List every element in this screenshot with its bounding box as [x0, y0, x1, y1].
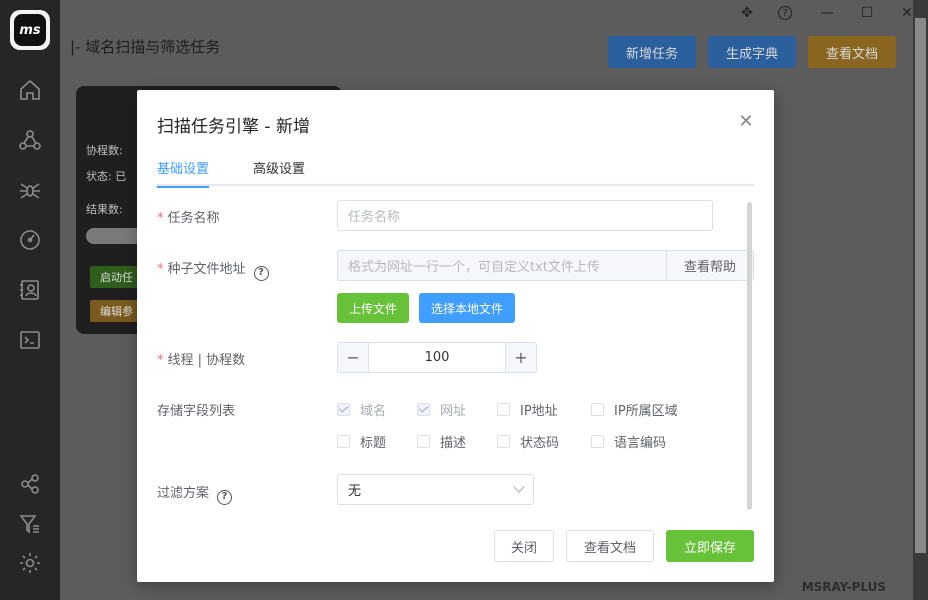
checkbox-box[interactable]: [337, 435, 350, 448]
terminal-icon[interactable]: [16, 326, 44, 354]
dialog-scrollbar[interactable]: [747, 202, 752, 510]
checkbox-box[interactable]: [591, 403, 604, 416]
dialog-close-icon[interactable]: ✕: [738, 113, 754, 131]
checkbox-box[interactable]: [417, 435, 430, 448]
field-ip-checkbox[interactable]: IP地址: [497, 400, 558, 419]
checkbox-box[interactable]: [417, 403, 430, 416]
spider-icon[interactable]: [16, 176, 44, 204]
seed-file-help-icon[interactable]: ?: [253, 266, 269, 281]
upload-file-button[interactable]: 上传文件: [337, 293, 409, 323]
filter-help-icon[interactable]: ?: [217, 490, 233, 505]
new-task-button[interactable]: 新增任务: [608, 36, 696, 68]
contact-card-icon[interactable]: [16, 276, 44, 304]
checkbox-box[interactable]: [497, 403, 510, 416]
task-name-label: * 任务名称: [157, 211, 220, 226]
help-circle-icon[interactable]: ?: [778, 6, 792, 20]
field-description-checkbox[interactable]: 描述: [417, 432, 466, 451]
field-status-code-checkbox[interactable]: 状态码: [497, 432, 559, 451]
view-docs-button[interactable]: 查看文档: [566, 530, 654, 562]
main-scrollbar[interactable]: [915, 18, 926, 553]
logo-text: ms: [14, 14, 46, 46]
seed-file-placeholder: 格式为网址一行一个，可自定义txt文件上传: [348, 260, 600, 275]
dialog-title: 扫描任务引擎 - 新增: [157, 117, 310, 137]
view-docs-header-button[interactable]: 查看文档: [808, 36, 896, 68]
checkbox-box[interactable]: [497, 435, 510, 448]
task-name-placeholder: 任务名称: [348, 210, 401, 225]
field-domain-checkbox[interactable]: 域名: [337, 400, 386, 419]
page-title: |- 域名扫描与筛选任务: [70, 38, 221, 56]
increment-button[interactable]: +: [505, 343, 536, 372]
view-help-button[interactable]: 查看帮助: [666, 250, 754, 281]
share-network-icon[interactable]: [16, 126, 44, 154]
field-url-checkbox[interactable]: 网址: [417, 400, 466, 419]
save-now-button[interactable]: 立即保存: [666, 530, 754, 562]
seed-file-input[interactable]: 格式为网址一行一个，可自定义txt文件上传: [337, 250, 667, 281]
task-name-input[interactable]: 任务名称: [337, 200, 713, 231]
card-results: 结果数:: [86, 203, 123, 216]
filter-label: 过滤方案?: [157, 482, 233, 505]
sidebar: ms: [0, 0, 60, 600]
settings-gear-icon[interactable]: [16, 549, 44, 577]
seed-file-label: * 种子文件地址?: [157, 258, 269, 281]
checkbox-box[interactable]: [337, 403, 350, 416]
scan-task-dialog: 扫描任务引擎 - 新增 ✕ 基础设置 高级设置 * 任务名称 任务名称 * 种子文件…: [137, 90, 774, 582]
filter-select[interactable]: 无: [337, 474, 534, 505]
close-button[interactable]: 关闭: [494, 530, 554, 562]
filter-selected-value: 无: [348, 484, 362, 499]
threads-stepper[interactable]: − 100 +: [337, 342, 537, 373]
threads-label: * 线程 | 协程数: [157, 353, 246, 368]
minimize-icon[interactable]: —: [818, 4, 836, 22]
choose-local-file-button[interactable]: 选择本地文件: [419, 293, 515, 323]
field-encoding-checkbox[interactable]: 语言编码: [591, 432, 666, 451]
decrement-button[interactable]: −: [338, 343, 369, 372]
card-coroutines: 协程数:: [86, 144, 123, 157]
tab-advanced-settings[interactable]: 高级设置: [253, 158, 305, 186]
maximize-icon[interactable]: ☐: [858, 4, 876, 22]
field-ip-region-checkbox[interactable]: IP所属区域: [591, 400, 678, 419]
filter-list-icon[interactable]: [16, 510, 44, 538]
card-status: 状态: 已: [86, 170, 127, 183]
app-logo[interactable]: ms: [10, 10, 50, 50]
watermark: MSRAY-PLUS: [801, 580, 886, 594]
field-title-checkbox[interactable]: 标题: [337, 432, 386, 451]
generate-dict-button[interactable]: 生成字典: [708, 36, 796, 68]
threads-value[interactable]: 100: [369, 343, 505, 372]
dialog-tabs: 基础设置 高级设置: [157, 154, 754, 188]
nodes-icon[interactable]: [16, 470, 44, 498]
gauge-icon[interactable]: [16, 226, 44, 254]
checkbox-box[interactable]: [591, 435, 604, 448]
tab-basic-settings[interactable]: 基础设置: [157, 158, 210, 188]
move-icon[interactable]: ✥: [738, 4, 756, 22]
home-icon[interactable]: [16, 76, 44, 104]
fields-label: 存储字段列表: [157, 404, 236, 419]
chevron-down-icon: [513, 481, 525, 493]
